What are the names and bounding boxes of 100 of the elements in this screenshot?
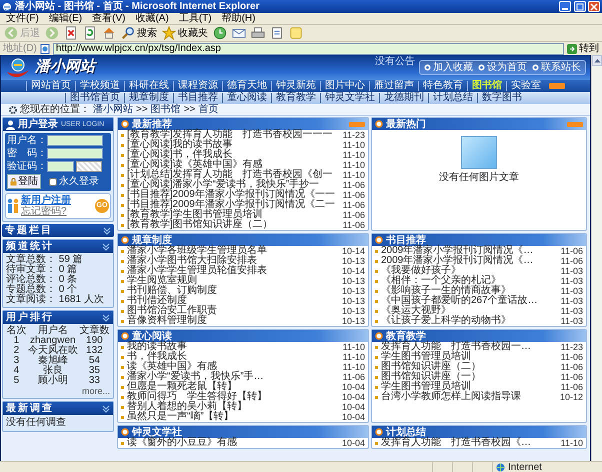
article-link[interactable]: [童心阅读]书，伴我成长 [127,150,233,160]
nav-link[interactable]: 课程资源 [173,81,222,91]
article-link[interactable]: 《让孩子爱上科学的动物书》 [381,316,511,326]
article-link[interactable]: [教育教学]图书馆知识讲座（二） [127,220,273,230]
column-header: 用户名 [38,326,68,336]
article-link[interactable]: [教育教学]发挥育人功能 打造书香校园一一一 [127,130,333,140]
maximize-button[interactable] [574,1,586,12]
nav-link[interactable]: 钟灵文学社 [320,93,379,103]
article-link[interactable]: [书目推荐]2009年潘家小学报刊订阅情况《二一 [127,200,335,210]
nav-link[interactable]: 实验室 [506,81,545,91]
nav-link[interactable]: 规章制度 [124,93,173,103]
address-field[interactable]: http://www.wlpjcx.cn/px/tsg/Index.asp [52,42,564,54]
article-link[interactable]: 虽然只是一声“嘀”【转】 [127,412,234,422]
nav-link[interactable]: 图书馆首页 [65,93,124,103]
nav-link[interactable]: 网站首页 [26,81,75,91]
nav-link[interactable]: 科研在线 [124,81,173,91]
date-text: 10-13 [340,316,365,326]
nav-link[interactable]: 图片中心 [320,81,369,91]
article-link[interactable]: 书刊借还制度 [127,296,187,306]
article-link[interactable]: [教育教学]学生图书管理员培训 [127,210,263,220]
article-link[interactable]: 读《英雄中国》有感 [127,362,217,372]
article-link[interactable]: 学生图书管理员培训 [381,382,471,392]
input-field[interactable] [47,161,74,172]
nav-link[interactable]: 特色教育 [418,81,467,91]
article-link[interactable]: 《我要做好孩子》 [381,266,461,276]
menu-item[interactable]: 收藏(A) [135,13,169,24]
close-button[interactable] [588,1,600,12]
stop-button[interactable] [64,25,78,41]
print-button[interactable] [251,25,265,41]
article-link[interactable]: [童心阅读]读《英雄中国》有感 [127,160,263,170]
date-text: 10-04 [340,412,365,422]
article-link[interactable]: 潘家小学各班级学生管理员名单 [127,246,267,256]
arrow-up-icon [594,58,600,63]
article-link[interactable]: 潘家小学“爱读书，我快乐”手… [127,372,264,382]
article-link[interactable]: 教师问得巧 学生答得好【转】 [127,392,267,402]
favorites-button[interactable]: 收藏夹 [162,25,208,41]
input-field[interactable] [47,135,103,146]
article-link[interactable]: 发挥育人功能 打造书香校园《… [381,438,531,448]
more-link[interactable]: more... [82,386,110,396]
article-link[interactable]: 发挥育人功能 打造书香校园一… [381,342,531,352]
nav-link[interactable]: 雁过留声 [369,81,418,91]
article-link[interactable]: 《奥运大视野》 [381,306,451,316]
minimize-button[interactable] [559,1,571,12]
article-link[interactable]: 《中国孩子都爱听的267个童话故… [381,296,538,306]
article-link[interactable]: 读《窗外的小豆豆》有感 [127,438,237,448]
article-link[interactable]: [书目推荐]2009年潘家小学报刊订阅情况《一一 [127,190,335,200]
article-link[interactable]: 图书馆治安工作职责 [127,306,217,316]
breadcrumb-link[interactable]: 图书馆 [150,104,181,115]
article-link[interactable]: 潘家小学图书馆大扫除安排表 [127,256,257,266]
article-link[interactable]: [计划总结]发挥育人功能 打造书香校园《创一 [127,170,333,180]
search-button[interactable]: 搜索 [121,25,157,41]
nav-link[interactable]: 学校频道 [75,81,124,91]
article-link[interactable]: 《影响孩子一生的情商故事》 [381,286,511,296]
date-text: 11-03 [560,286,583,296]
nav-link[interactable]: 书目推荐 [173,93,222,103]
article-link[interactable]: 图书馆知识讲座（一） [381,372,481,382]
breadcrumb-link[interactable]: 首页 [198,104,218,115]
edit-button[interactable] [270,25,284,41]
menu-item[interactable]: 文件(F) [6,13,39,24]
article-link[interactable]: 2009年潘家小学报刊订阅情况《… [381,256,534,266]
home-button[interactable] [102,25,116,41]
article-link[interactable]: 图书馆知识讲座（二） [381,362,481,372]
breadcrumb-link[interactable]: 潘小网站 [93,104,133,115]
nav-link[interactable]: 图书馆 [467,81,506,91]
article-link[interactable]: 《相伴：一个父亲的札记》 [381,276,501,286]
nav-link[interactable]: 童心阅读 [222,93,271,103]
remember-checkbox[interactable] [49,178,57,186]
quick-link[interactable]: 设为首页 [478,62,527,73]
refresh-button[interactable] [83,25,97,41]
quick-link[interactable]: 加入收藏 [424,62,473,73]
article-link[interactable]: 音像资料管理制度 [127,316,207,326]
register-link[interactable]: 新用户注册 [21,195,71,206]
login-button[interactable]: 登陆 [7,174,41,189]
article-link[interactable]: [童心阅读]潘家小学“爱读书，我快乐”手抄一 [127,180,320,190]
article-link[interactable]: 潘家小学学生管理员轮值安排表 [127,266,267,276]
menu-item[interactable]: 查看(V) [92,13,126,24]
article-link[interactable]: [童心阅读]我的读书故事 [127,140,233,150]
nav-link[interactable]: 德育天地 [222,81,271,91]
menu-item[interactable]: 工具(T) [178,13,212,24]
article-link[interactable]: 台湾小学教师怎样上阅读指导课 [381,392,521,402]
article-link[interactable]: 2009年潘家小学报刊订阅情况《… [381,246,534,256]
article-link[interactable]: 我的读书故事 [127,342,187,352]
menu-item[interactable]: 帮助(H) [222,13,256,24]
input-field[interactable] [47,148,103,159]
article-link[interactable]: 书，伴我成长 [127,352,187,362]
menu-item[interactable]: 编辑(E) [48,13,82,24]
quick-link[interactable]: 联系站长 [532,62,581,73]
article-link[interactable]: 但愿是一颗死老鼠【转】 [127,382,237,392]
go-button[interactable]: 转到 [567,43,599,54]
nav-link[interactable]: 钟灵新苑 [271,81,320,91]
history-button[interactable] [213,25,227,41]
article-link[interactable]: 替别人着想的吴小莉【转】 [127,402,247,412]
article-link[interactable]: 书刊赔偿、订购制度 [127,286,217,296]
nav-link[interactable]: 数字图书 [477,93,526,103]
article-link[interactable]: 学生图书管理员培训 [381,352,471,362]
forgot-password-link[interactable]: 忘记密码? [21,206,71,217]
nav-link[interactable]: 计划总结 [428,93,477,103]
article-link[interactable]: 学生阅览室规则 [127,276,197,286]
nav-link[interactable]: 龙德期刊 [379,93,428,103]
nav-link[interactable]: 教育教学 [271,93,320,103]
